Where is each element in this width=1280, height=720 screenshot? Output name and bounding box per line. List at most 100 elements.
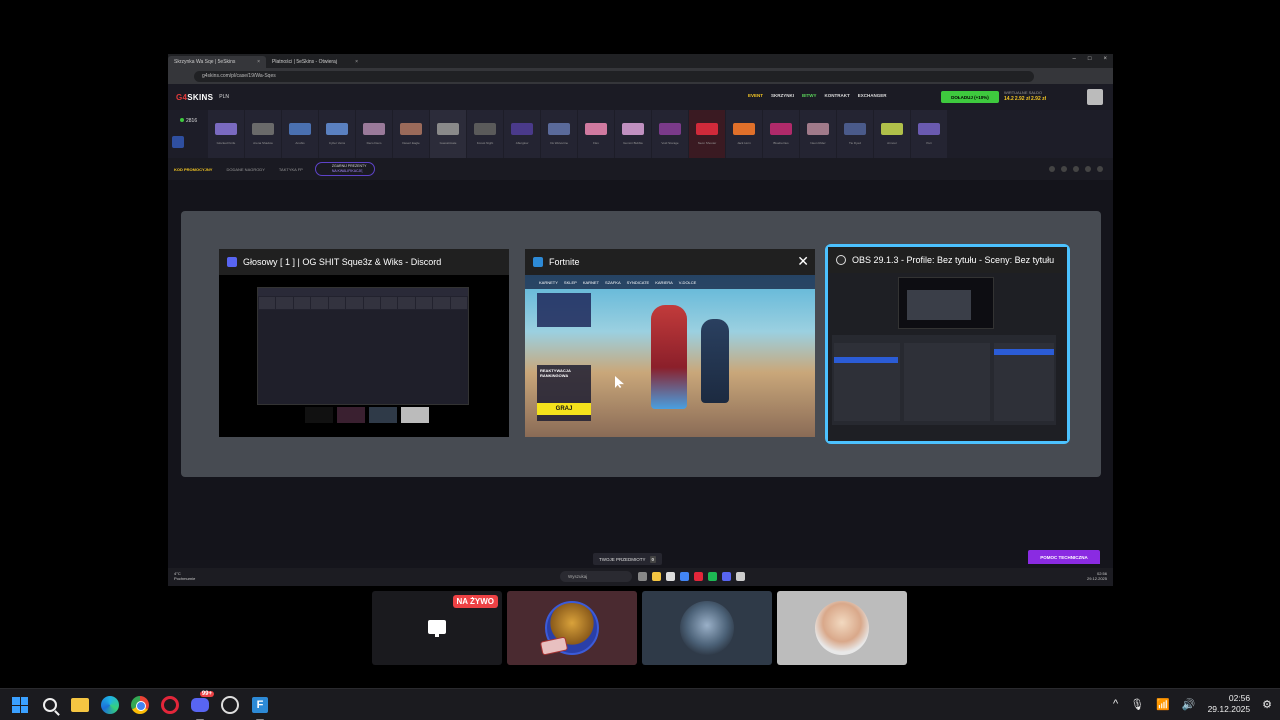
drop-item[interactable]: Iris Wolverine bbox=[541, 110, 577, 158]
drop-item[interactable]: Guesstimate bbox=[430, 110, 466, 158]
drop-item[interactable]: Neon Shooter bbox=[689, 110, 725, 158]
x-icon[interactable] bbox=[1073, 166, 1079, 172]
drop-item[interactable]: Tie Dyed bbox=[837, 110, 873, 158]
promo-banner[interactable]: ZGARNIJ PREZENTY NA KWALIFIKACJĘ bbox=[314, 162, 376, 176]
switcher-window-obs[interactable]: OBS 29.1.3 - Profile: Bez tytułu - Sceny… bbox=[825, 244, 1070, 444]
user-avatar[interactable] bbox=[1087, 89, 1103, 105]
browser-tab-active[interactable]: Skrzynka Wa Sqe | 5eSkins × bbox=[168, 56, 266, 68]
nav-cases[interactable]: SKRZYNKI bbox=[771, 93, 794, 98]
shared-screen[interactable]: Skrzynka Wa Sqe | 5eSkins × Płatności | … bbox=[168, 54, 1113, 586]
promo-code-link[interactable]: KOD PROMOCYJNY bbox=[174, 167, 212, 172]
steam-button[interactable] bbox=[220, 695, 240, 715]
microphone-icon[interactable]: 🎙 bbox=[1130, 698, 1144, 711]
drop-item[interactable]: Deco Deco bbox=[356, 110, 392, 158]
discord-icon[interactable] bbox=[722, 572, 731, 581]
drop-item[interactable]: Armour bbox=[874, 110, 910, 158]
facebook-icon[interactable] bbox=[1049, 166, 1055, 172]
search-icon bbox=[43, 698, 57, 712]
skin-image bbox=[844, 123, 866, 135]
fortnite-button[interactable]: F bbox=[250, 695, 270, 720]
your-items-button[interactable]: TWOJE PRZEDMIOTY 0 bbox=[593, 553, 663, 565]
search-button[interactable] bbox=[40, 695, 60, 715]
window-thumbnail bbox=[219, 275, 509, 437]
skin-image bbox=[215, 123, 237, 135]
drop-item[interactable]: Arena Shadow bbox=[245, 110, 281, 158]
switcher-window-fortnite[interactable]: Fortnite ✕ KARNETY SKLEP KARNET SZAFKA S… bbox=[525, 249, 815, 437]
drop-item[interactable]: Afterglow bbox=[504, 110, 540, 158]
tactics-link[interactable]: TAKTYKA FP bbox=[279, 167, 303, 172]
file-explorer-button[interactable] bbox=[70, 695, 90, 715]
drop-item[interactable]: Forest Night bbox=[467, 110, 503, 158]
skin-image bbox=[511, 123, 533, 135]
language-selector[interactable]: PLN bbox=[219, 94, 229, 100]
live-drops-strip: 2816 Glocked Knife Arena Shadow Anubis C… bbox=[168, 110, 1113, 158]
drop-item[interactable]: Blueberries bbox=[763, 110, 799, 158]
nav-contract[interactable]: KONTRAKT bbox=[825, 93, 850, 98]
grid-view-icon[interactable] bbox=[172, 136, 184, 148]
wifi-icon[interactable]: 📶 bbox=[1156, 698, 1170, 711]
close-tab-icon[interactable]: × bbox=[355, 59, 358, 65]
participant-tile[interactable] bbox=[507, 591, 637, 665]
chrome-button[interactable] bbox=[130, 695, 150, 715]
opera-button[interactable] bbox=[160, 695, 180, 715]
discord-button[interactable]: 99+ bbox=[190, 691, 214, 720]
skin-label: Deco Deco bbox=[366, 141, 382, 145]
drop-item[interactable]: Jack Horn bbox=[726, 110, 762, 158]
drop-item[interactable]: Desert Eagle bbox=[393, 110, 429, 158]
participant-tile-stream[interactable]: NA ŻYWO bbox=[372, 591, 502, 665]
drop-item[interactable]: Neon Rider bbox=[800, 110, 836, 158]
fortnite-menu-item: KARNETY bbox=[539, 279, 558, 285]
help-button[interactable]: POMOC TECHNICZNA bbox=[1028, 550, 1100, 564]
switcher-window-discord[interactable]: Głosowy [ 1 ] | OG SHIT Sque3z & Wiks - … bbox=[219, 249, 509, 437]
drop-item[interactable]: Void Storage bbox=[652, 110, 688, 158]
close-window-icon[interactable]: × bbox=[1103, 56, 1107, 62]
drop-item[interactable]: Cyber Veins bbox=[319, 110, 355, 158]
notification-icon[interactable]: ⚙ bbox=[1262, 698, 1272, 711]
participant-tile[interactable] bbox=[777, 591, 907, 665]
nav-exchanger[interactable]: EXCHANGER bbox=[858, 93, 887, 98]
obs-selected-scene bbox=[834, 357, 898, 363]
instagram-icon[interactable] bbox=[1061, 166, 1067, 172]
telegram-icon[interactable] bbox=[1097, 166, 1103, 172]
steam-icon[interactable] bbox=[736, 572, 745, 581]
volume-icon[interactable]: 🔊 bbox=[1182, 698, 1196, 711]
avatar bbox=[680, 601, 734, 655]
drop-item[interactable]: Gummi Bubble bbox=[615, 110, 651, 158]
skin-label: Gummi Bubble bbox=[623, 141, 643, 145]
app-icon[interactable] bbox=[666, 572, 675, 581]
maximize-icon[interactable]: □ bbox=[1088, 56, 1092, 62]
site-logo[interactable]: G4SKINS bbox=[176, 93, 213, 102]
browser-tab[interactable]: Płatności | 5eSkins - Otwieraj × bbox=[266, 56, 364, 68]
edge-button[interactable] bbox=[100, 695, 120, 715]
inner-search-box[interactable]: Wyszukaj bbox=[560, 571, 632, 582]
start-button[interactable] bbox=[10, 695, 30, 715]
drop-item[interactable]: Peri bbox=[911, 110, 947, 158]
clock[interactable]: 02:56 29.12.2025 bbox=[1208, 693, 1251, 715]
skin-label: Flex bbox=[593, 141, 599, 145]
chevron-up-icon[interactable]: ^ bbox=[1113, 698, 1118, 710]
skin-label: Tie Dyed bbox=[849, 141, 861, 145]
drop-item[interactable]: Flex bbox=[578, 110, 614, 158]
added-rewards-link[interactable]: DODANE NAGRODY bbox=[226, 167, 264, 172]
participant-tile[interactable] bbox=[642, 591, 772, 665]
nav-event[interactable]: EVENT bbox=[748, 93, 763, 98]
nav-battles[interactable]: BITWY bbox=[802, 93, 817, 98]
close-tab-icon[interactable]: × bbox=[257, 59, 260, 65]
spotify-icon[interactable] bbox=[708, 572, 717, 581]
drop-item[interactable]: Glocked Knife bbox=[208, 110, 244, 158]
skin-image bbox=[437, 123, 459, 135]
weather-widget[interactable]: 4°C Pochmurnie bbox=[174, 571, 195, 581]
opera-icon[interactable] bbox=[694, 572, 703, 581]
deposit-button[interactable]: DOŁADUJ (+10%) bbox=[941, 91, 999, 103]
folder-icon[interactable] bbox=[652, 572, 661, 581]
skin-label: Armour bbox=[887, 141, 897, 145]
drop-item[interactable]: Anubis bbox=[282, 110, 318, 158]
skin-image bbox=[326, 123, 348, 135]
discord-icon[interactable] bbox=[1085, 166, 1091, 172]
address-bar[interactable]: g4skins.com/pl/case/19/Wa-Sqes bbox=[194, 70, 1034, 82]
close-icon[interactable]: ✕ bbox=[797, 253, 809, 270]
minimize-icon[interactable]: – bbox=[1073, 56, 1076, 62]
task-view-icon[interactable] bbox=[638, 572, 647, 581]
skin-label: Peri bbox=[926, 141, 932, 145]
chrome-icon[interactable] bbox=[680, 572, 689, 581]
